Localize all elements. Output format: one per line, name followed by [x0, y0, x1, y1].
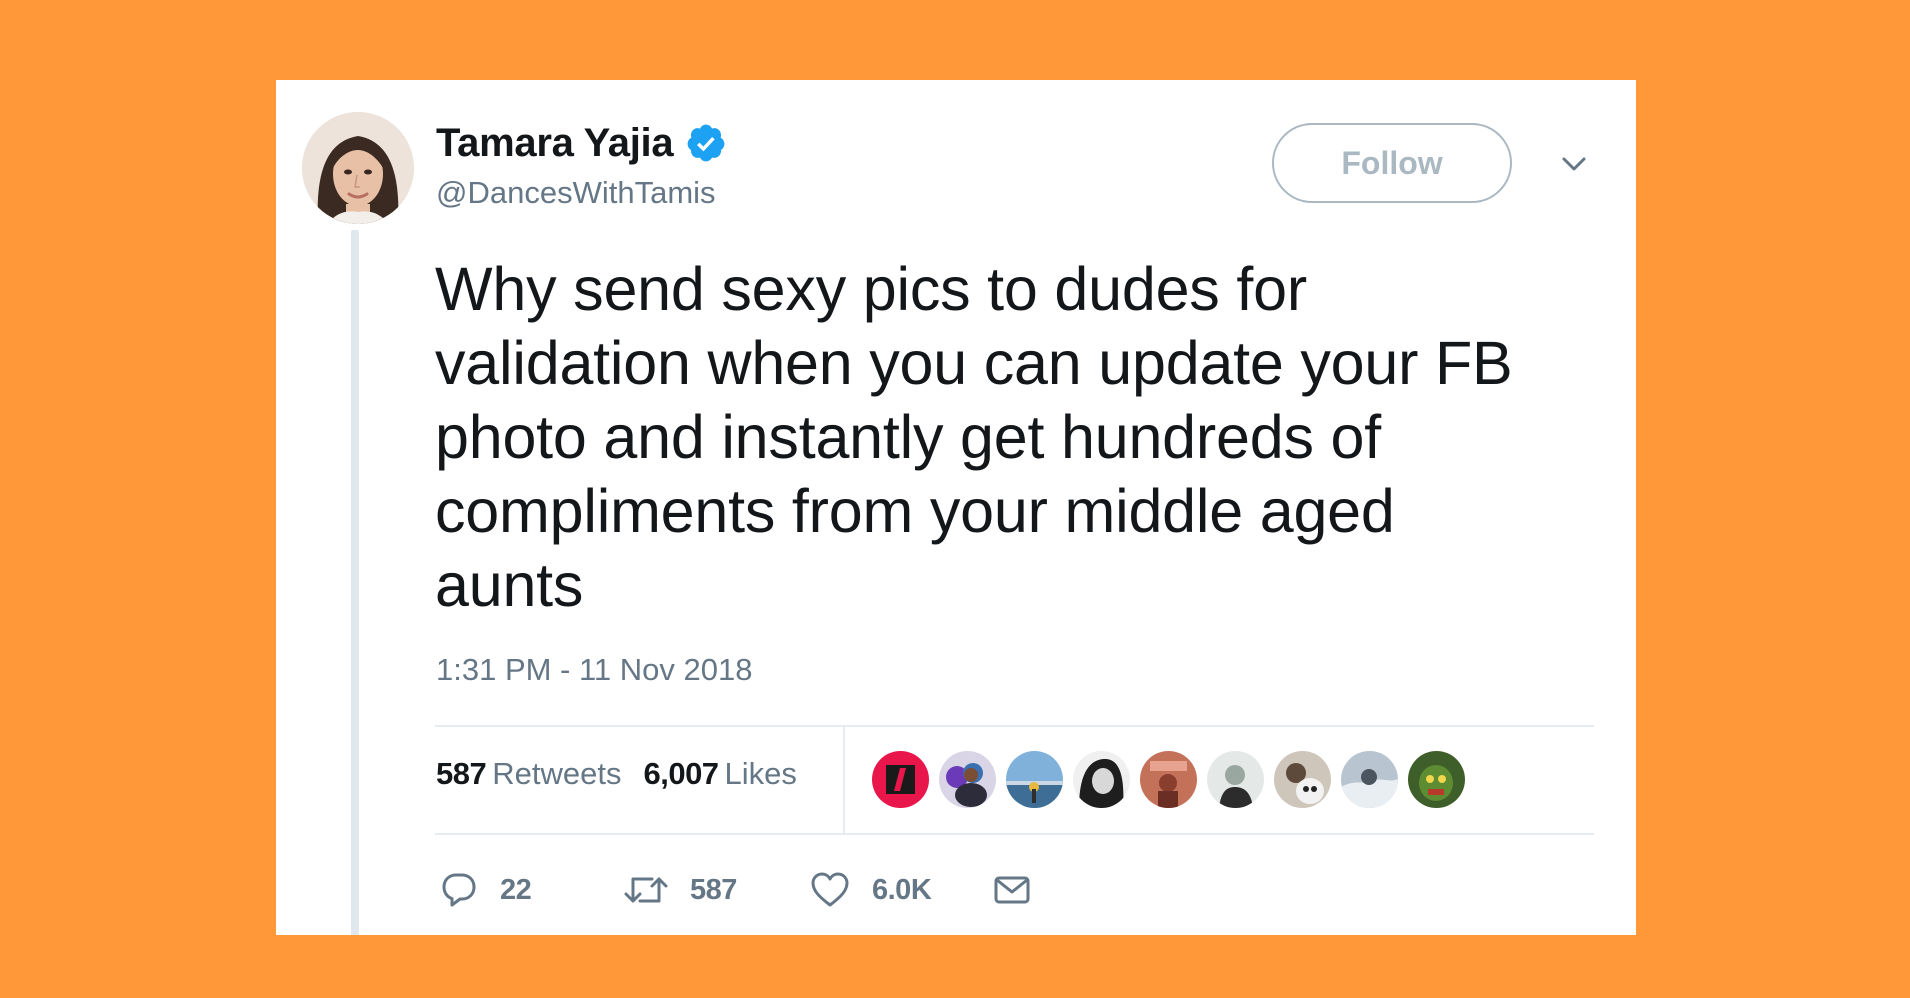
heart-icon	[810, 871, 850, 909]
liker-avatar[interactable]	[1207, 751, 1264, 808]
retweets-count: 587	[436, 756, 487, 791]
liker-avatars	[872, 751, 1475, 808]
reply-button[interactable]: 22	[440, 865, 532, 915]
envelope-icon	[992, 871, 1032, 909]
reply-count: 22	[500, 873, 532, 906]
divider	[435, 725, 1594, 727]
like-button[interactable]: 6.0K	[810, 865, 932, 915]
page-background: Tamara Yajia @DancesWithTamis Follow Why…	[0, 0, 1910, 998]
stats-divider	[843, 727, 845, 833]
retweet-button[interactable]: 587	[624, 865, 737, 915]
likes-label: Likes	[724, 756, 797, 791]
author-display-name[interactable]: Tamara Yajia	[436, 121, 674, 166]
tweet-text: Why send sexy pics to dudes for validati…	[435, 255, 1513, 619]
liker-avatar[interactable]	[1140, 751, 1197, 808]
tweet-timestamp[interactable]: 1:31 PM - 11 Nov 2018	[436, 652, 753, 688]
verified-badge-icon	[685, 122, 727, 164]
retweet-count: 587	[690, 873, 737, 906]
liker-avatar[interactable]	[872, 751, 929, 808]
liker-avatar[interactable]	[1006, 751, 1063, 808]
likes-stat[interactable]: 6,007 Likes	[643, 756, 796, 792]
follow-button[interactable]: Follow	[1272, 123, 1512, 203]
likes-count: 6,007	[643, 756, 719, 791]
author-avatar[interactable]	[302, 112, 414, 224]
tweet-card: Tamara Yajia @DancesWithTamis Follow Why…	[276, 80, 1636, 935]
author-name-row: Tamara Yajia	[436, 116, 727, 170]
liker-avatar[interactable]	[939, 751, 996, 808]
liker-avatar[interactable]	[1408, 751, 1465, 808]
retweets-stat[interactable]: 587 Retweets	[436, 756, 621, 792]
tweet-stats: 587 Retweets 6,007 Likes	[436, 756, 797, 792]
thread-line	[351, 230, 359, 935]
direct-message-button[interactable]	[992, 865, 1032, 915]
retweets-label: Retweets	[492, 756, 622, 791]
reply-icon	[440, 871, 478, 909]
retweet-icon	[624, 871, 668, 909]
divider	[435, 833, 1594, 835]
chevron-down-icon[interactable]	[1558, 152, 1590, 176]
liker-avatar[interactable]	[1341, 751, 1398, 808]
liker-avatar[interactable]	[1274, 751, 1331, 808]
liker-avatar[interactable]	[1073, 751, 1130, 808]
like-count: 6.0K	[872, 873, 932, 906]
author-handle[interactable]: @DancesWithTamis	[436, 175, 716, 211]
